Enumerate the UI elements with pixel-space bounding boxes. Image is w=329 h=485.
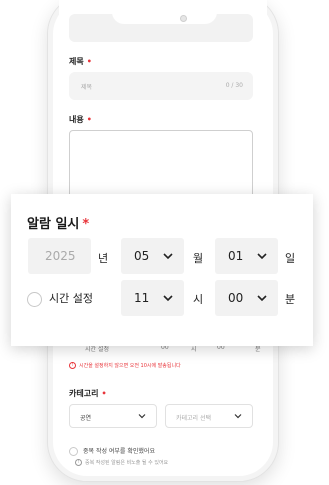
camera-icon (180, 15, 187, 22)
content-textarea[interactable] (69, 130, 253, 200)
chevron-down-icon (257, 295, 267, 302)
phone-notch (112, 6, 217, 24)
content-label: 내용 • (69, 115, 92, 124)
category-label: 카테고리 • (69, 389, 107, 398)
hour-select[interactable]: 11 (121, 280, 184, 316)
title-char-count: 0 / 30 (225, 82, 243, 89)
warning-icon: ! (69, 362, 76, 369)
day-unit: 일 (285, 252, 296, 265)
day-select[interactable]: 01 (215, 238, 278, 274)
month-select[interactable]: 05 (121, 238, 184, 274)
title-input[interactable]: 제목 0 / 30 (69, 72, 253, 100)
duplicate-check-row[interactable]: 중복 작성 여부를 확인했어요 (69, 446, 155, 456)
minute-select[interactable]: 00 (215, 280, 278, 316)
chevron-down-icon (163, 253, 173, 260)
duplicate-note: ! 중복 작성된 알림은 비노출 될 수 있어요 (75, 459, 168, 466)
chevron-down-icon (234, 414, 242, 419)
minute-unit: 분 (285, 293, 296, 306)
duplicate-check-radio[interactable] (69, 447, 78, 456)
time-setting-radio[interactable] (27, 291, 42, 307)
chevron-down-icon (257, 253, 267, 260)
title-placeholder: 제목 (81, 84, 93, 91)
alarm-title: 알람 일시 * (27, 217, 90, 232)
time-warning: ! 시간을 설정하지 않으면 오전 10시에 발송됩니다 (69, 362, 181, 369)
info-icon: ! (75, 459, 82, 466)
chevron-down-icon (138, 414, 146, 419)
category-select[interactable]: 공연 (69, 404, 157, 428)
hour-unit: 시 (193, 293, 204, 306)
duplicate-check-label: 중복 작성 여부를 확인했어요 (83, 448, 155, 455)
year-unit: 년 (98, 252, 109, 265)
sub-category-select[interactable]: 카테고리 선택 (165, 404, 253, 428)
title-label: 제목 • (69, 57, 92, 66)
alarm-datetime-card: 알람 일시 * 2025 년 05 월 01 일 시간 설정 11 시 00 분 (11, 194, 313, 346)
year-field[interactable]: 2025 (28, 238, 91, 274)
chevron-down-icon (163, 295, 173, 302)
time-setting-toggle[interactable]: 시간 설정 (27, 290, 93, 307)
time-setting-label: 시간 설정 (49, 292, 93, 305)
month-unit: 월 (193, 252, 204, 265)
